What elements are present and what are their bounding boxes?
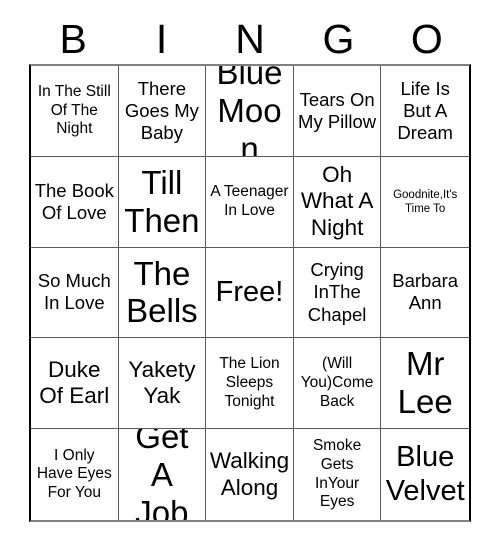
bingo-cell-o4[interactable]: Mr Lee — [381, 338, 469, 430]
bingo-cell-free-space[interactable]: Free! — [206, 247, 294, 339]
bingo-cell-label: Life Is But A Dream — [397, 77, 453, 143]
bingo-cell-g1[interactable]: Tears On My Pillow — [293, 66, 382, 157]
bingo-cell-n4[interactable]: The Lion Sleeps Tonight — [206, 338, 294, 430]
bingo-cell-label: Crying InThe Chapel — [307, 259, 367, 325]
bingo-cell-label: Smoke Gets InYour Eyes — [312, 437, 362, 511]
bingo-cell-g2[interactable]: Oh What A Night — [293, 156, 382, 248]
bingo-cell-label: Oh What A Night — [300, 161, 374, 240]
bingo-cell-label: Get A Job — [135, 429, 189, 520]
bingo-cell-b4[interactable]: Duke Of Earl — [31, 338, 119, 430]
free-space-label: Free! — [215, 275, 284, 308]
bingo-cell-label: Duke Of Earl — [39, 356, 110, 409]
bingo-cell-o3[interactable]: Barbara Ann — [381, 247, 469, 339]
bingo-cell-label: I Only Have Eyes For You — [36, 446, 112, 501]
bingo-cell-label: Blue Moon — [216, 66, 283, 157]
bingo-cell-label: Goodnite,It's Time To — [393, 188, 458, 215]
bingo-cell-b2[interactable]: The Book Of Love — [31, 156, 119, 248]
bingo-cell-label: The Lion Sleeps Tonight — [219, 355, 280, 410]
header-letter-b: B — [59, 15, 87, 62]
bingo-cell-label: Till Then — [124, 163, 200, 239]
header-letter-o: O — [410, 15, 443, 62]
bingo-header-row: B I N G O — [29, 14, 471, 64]
bingo-cell-label: A Teenager In Love — [210, 183, 289, 219]
bingo-cell-label: So Much In Love — [37, 270, 111, 314]
bingo-cell-n2[interactable]: A Teenager In Love — [206, 156, 294, 248]
bingo-cell-label: There Goes My Baby — [124, 77, 199, 143]
bingo-cell-g3[interactable]: Crying InThe Chapel — [293, 247, 382, 339]
header-letter-n: N — [235, 15, 265, 62]
bingo-cell-n1[interactable]: Blue Moon — [206, 66, 294, 157]
bingo-cell-i3[interactable]: The Bells — [118, 247, 207, 339]
bingo-cell-label: The Book Of Love — [34, 179, 114, 223]
bingo-cell-label: Tears On My Pillow — [298, 88, 377, 132]
header-letter-g: G — [322, 15, 355, 62]
bingo-cell-i4[interactable]: Yakety Yak — [118, 338, 207, 430]
bingo-cell-label: Barbara Ann — [392, 270, 459, 314]
bingo-cell-n5[interactable]: Walking Along — [206, 429, 294, 520]
bingo-cell-o2[interactable]: Goodnite,It's Time To — [381, 156, 469, 248]
bingo-cell-i1[interactable]: There Goes My Baby — [118, 66, 207, 157]
bingo-cell-i2[interactable]: Till Then — [118, 156, 207, 248]
bingo-cell-label: The Bells — [126, 254, 198, 330]
bingo-cell-label: (Will You)Come Back — [300, 355, 374, 410]
bingo-cell-b1[interactable]: In The Still Of The Night — [31, 66, 119, 157]
bingo-grid: In The Still Of The Night There Goes My … — [29, 64, 471, 522]
bingo-cell-g5[interactable]: Smoke Gets InYour Eyes — [293, 429, 382, 520]
header-letter-i: I — [155, 15, 168, 62]
bingo-cell-g4[interactable]: (Will You)Come Back — [293, 338, 382, 430]
bingo-cell-label: Walking Along — [209, 448, 290, 500]
bingo-cell-b5[interactable]: I Only Have Eyes For You — [31, 429, 119, 520]
bingo-cell-o5[interactable]: Blue Velvet — [381, 429, 469, 520]
bingo-cell-label: In The Still Of The Night — [37, 83, 111, 138]
bingo-cell-o1[interactable]: Life Is But A Dream — [381, 66, 469, 157]
bingo-cell-label: Mr Lee — [397, 345, 453, 421]
bingo-card: B I N G O In The Still Of The Night Ther… — [0, 0, 500, 544]
bingo-cell-label: Blue Velvet — [385, 440, 465, 507]
bingo-cell-label: Yakety Yak — [128, 356, 196, 409]
bingo-cell-i5[interactable]: Get A Job — [118, 429, 207, 520]
bingo-cell-b3[interactable]: So Much In Love — [31, 247, 119, 339]
